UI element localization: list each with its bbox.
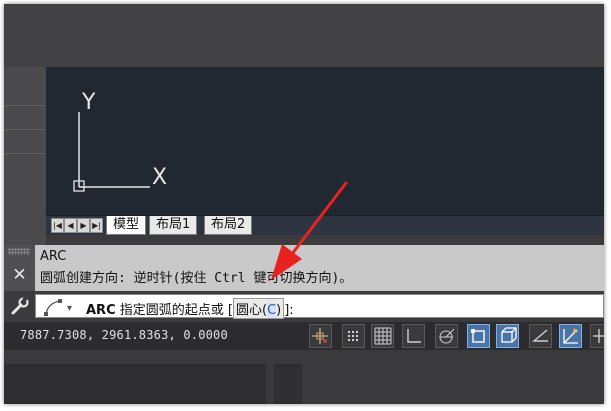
grid-display-icon bbox=[374, 327, 392, 345]
dynamic-input-button[interactable] bbox=[590, 324, 604, 348]
command-input[interactable]: ▾ ARC 指定圆弧的起点或 [圆心(C)]: bbox=[35, 294, 604, 319]
last-layout-button[interactable]: ▶| bbox=[90, 218, 103, 233]
ucs-y-label: Y bbox=[81, 90, 96, 115]
left-panel-edge bbox=[4, 67, 46, 245]
object-snap-tracking-button[interactable] bbox=[529, 324, 552, 348]
ucs-icon: Y X bbox=[73, 90, 167, 192]
dynamic-ucs-button[interactable] bbox=[559, 324, 582, 348]
close-icon[interactable]: ✕ bbox=[4, 263, 35, 287]
customize-wrench-icon[interactable] bbox=[4, 291, 35, 322]
polar-tracking-icon bbox=[439, 328, 455, 344]
chevron-down-icon: ▾ bbox=[67, 303, 72, 314]
ortho-mode-button[interactable] bbox=[402, 324, 425, 348]
polar-tracking-button[interactable] bbox=[435, 324, 458, 348]
next-layout-button[interactable]: ▶ bbox=[77, 218, 90, 233]
command-prompt: ARC 指定圆弧的起点或 [圆心(C)]: bbox=[86, 298, 294, 319]
tab-layout1[interactable]: 布局1 bbox=[149, 216, 198, 235]
center-option-key: C bbox=[267, 303, 277, 318]
ortho-mode-icon bbox=[407, 329, 421, 343]
command-history: ✕ ARC 圆弧创建方向: 逆时针(按住 Ctrl 键可切换方向)。 bbox=[4, 245, 604, 291]
history-line-2: 圆弧创建方向: 逆时针(按住 Ctrl 键可切换方向)。 bbox=[40, 271, 353, 286]
option-bracket-close: ]: bbox=[284, 303, 294, 318]
dynamic-ucs-icon bbox=[563, 328, 578, 344]
infer-constraints-icon bbox=[312, 328, 328, 344]
coordinate-readout[interactable]: 7887.7308, 2961.8363, 0.0000 bbox=[20, 328, 228, 342]
first-layout-button[interactable]: |◀ bbox=[51, 218, 64, 233]
dynamic-input-icon bbox=[593, 329, 604, 343]
prev-layout-button[interactable]: ◀ bbox=[64, 218, 77, 233]
object-snap-icon bbox=[471, 329, 485, 343]
object-snap-button[interactable] bbox=[467, 324, 490, 348]
history-line-1: ARC bbox=[40, 249, 67, 264]
snap-mode-button[interactable] bbox=[342, 324, 365, 348]
layout-tab-bar: |◀ ◀ ▶ ▶| 模型 布局1 布局2 bbox=[46, 215, 604, 235]
command-line-grip[interactable]: ✕ bbox=[4, 245, 35, 291]
tab-model[interactable]: 模型 bbox=[106, 216, 147, 235]
grid-display-button[interactable] bbox=[371, 324, 394, 348]
infer-constraints-button[interactable] bbox=[309, 324, 332, 348]
3d-object-snap-icon bbox=[501, 327, 517, 343]
center-option-close: ) bbox=[276, 303, 282, 318]
autocad-window: Y X |◀ ◀ ▶ ▶| 模型 布局1 布局2 ✕ ARC 圆弧创建方向: 逆… bbox=[4, 4, 604, 404]
status-bar: 7887.7308, 2961.8363, 0.0000 bbox=[4, 322, 604, 350]
command-name: ARC bbox=[86, 303, 116, 318]
object-snap-tracking-icon bbox=[532, 329, 548, 342]
3d-object-snap-button[interactable] bbox=[496, 324, 519, 348]
taskbar-area bbox=[4, 350, 604, 404]
command-line: ▾ ARC 指定圆弧的起点或 [圆心(C)]: bbox=[4, 291, 604, 322]
snap-mode-icon bbox=[348, 331, 358, 341]
center-option[interactable]: 圆心(C) bbox=[233, 298, 285, 319]
ucs-x-label: X bbox=[152, 165, 167, 190]
drawing-viewport[interactable]: Y X bbox=[46, 67, 604, 215]
prompt-text: 指定圆弧的起点或 bbox=[119, 303, 224, 318]
tab-layout2[interactable]: 布局2 bbox=[204, 216, 253, 235]
ribbon-area bbox=[4, 4, 604, 67]
arc-command-icon[interactable]: ▾ bbox=[42, 297, 82, 317]
center-option-label: 圆心( bbox=[236, 303, 268, 318]
